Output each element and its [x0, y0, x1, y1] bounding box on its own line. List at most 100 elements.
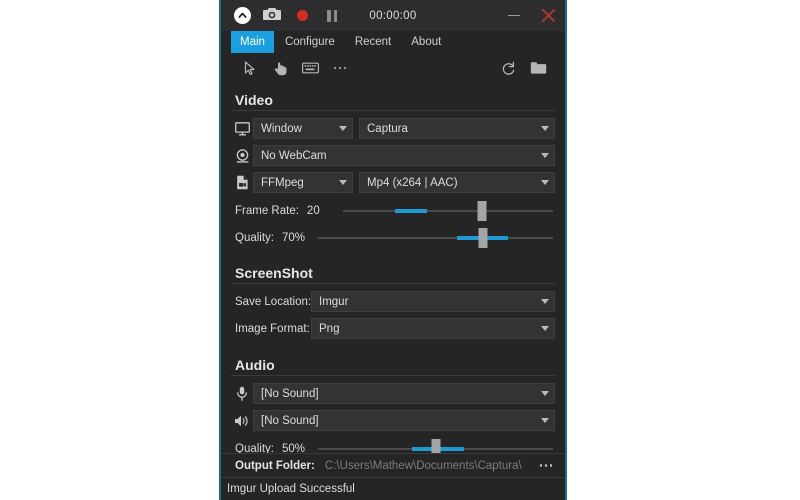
speaker-row: [No Sound] — [231, 410, 555, 431]
encoder-value: FFMpeg — [261, 176, 304, 189]
audio-quality-row: Quality: 50% — [231, 437, 555, 453]
microphone-select[interactable]: [No Sound] — [253, 383, 555, 404]
video-format-select[interactable]: Mp4 (x264 | AAC) — [359, 172, 555, 193]
folder-icon — [530, 61, 547, 75]
bottom-area: Output Folder: C:\Users\Mathew\Documents… — [221, 453, 565, 500]
tab-configure[interactable]: Configure — [276, 31, 344, 53]
save-location-value: Imgur — [319, 295, 349, 308]
refresh-icon — [501, 61, 516, 76]
tab-main[interactable]: Main — [231, 31, 274, 53]
click-icon — [273, 61, 287, 76]
ellipsis-icon — [539, 464, 553, 467]
title-bar: 00:00:00 — [221, 0, 565, 31]
video-quality-value: 70% — [282, 232, 306, 244]
tab-bar: Main Configure Recent About — [221, 31, 565, 53]
video-source-target-value: Captura — [367, 122, 408, 135]
cursor-button[interactable] — [235, 55, 265, 81]
webcam-value: No WebCam — [261, 149, 327, 162]
video-format-value: Mp4 (x264 | AAC) — [367, 176, 458, 189]
pause-button[interactable] — [319, 3, 345, 29]
video-source-row: Window Captura — [231, 118, 555, 139]
image-format-value: Png — [319, 322, 340, 335]
audio-quality-value: 50% — [282, 443, 306, 453]
video-quality-label: Quality: — [235, 232, 274, 244]
tab-about[interactable]: About — [402, 31, 450, 53]
speaker-icon — [231, 414, 253, 428]
encoder-select[interactable]: FFMpeg — [253, 172, 353, 193]
status-bar: Imgur Upload Successful — [221, 477, 565, 500]
save-location-select[interactable]: Imgur — [311, 291, 555, 312]
video-quality-thumb[interactable] — [478, 228, 487, 248]
chevron-down-icon — [541, 391, 549, 396]
section-title-video: Video — [231, 83, 555, 111]
keyboard-button[interactable] — [295, 55, 325, 81]
webcam-row: No WebCam — [231, 145, 555, 166]
frame-rate-fill — [395, 209, 427, 213]
video-file-icon — [231, 175, 253, 190]
encoder-row: FFMpeg Mp4 (x264 | AAC) — [231, 172, 555, 193]
chevron-down-icon — [541, 153, 549, 158]
click-button[interactable] — [265, 55, 295, 81]
output-folder-label: Output Folder: — [235, 459, 315, 472]
minimize-button[interactable] — [497, 0, 531, 31]
video-quality-slider[interactable] — [318, 227, 553, 249]
image-format-select[interactable]: Png — [311, 318, 555, 339]
audio-quality-slider[interactable] — [318, 438, 553, 453]
close-button[interactable] — [531, 0, 565, 31]
frame-rate-value: 20 — [306, 205, 320, 217]
window-controls — [497, 0, 565, 31]
open-folder-button[interactable] — [523, 55, 553, 81]
microphone-value: [No Sound] — [261, 387, 319, 400]
pause-icon — [327, 9, 337, 22]
record-icon — [296, 10, 308, 21]
chevron-down-icon — [541, 418, 549, 423]
cursor-icon — [244, 60, 257, 76]
tool-bar — [221, 53, 565, 83]
save-location-row: Save Location: Imgur — [231, 291, 555, 312]
output-folder-browse-button[interactable] — [533, 456, 559, 476]
chevron-down-icon — [541, 126, 549, 131]
chevron-down-icon — [541, 326, 549, 331]
tab-recent[interactable]: Recent — [346, 31, 400, 53]
webcam-select[interactable]: No WebCam — [253, 145, 555, 166]
microphone-row: [No Sound] — [231, 383, 555, 404]
video-source-type-select[interactable]: Window — [253, 118, 353, 139]
refresh-button[interactable] — [493, 55, 523, 81]
image-format-row: Image Format: Png — [231, 318, 555, 339]
audio-quality-thumb[interactable] — [431, 439, 440, 453]
section-title-screenshot: ScreenShot — [231, 253, 555, 284]
frame-rate-row: Frame Rate: 20 — [231, 199, 555, 223]
title-bar-actions — [221, 3, 345, 29]
video-source-type-value: Window — [261, 122, 302, 135]
microphone-icon — [231, 386, 253, 401]
ellipsis-icon — [333, 66, 347, 70]
minimize-icon — [508, 14, 520, 17]
speaker-select[interactable]: [No Sound] — [253, 410, 555, 431]
frame-rate-label: Frame Rate: — [235, 205, 299, 217]
screenshot-button[interactable] — [259, 3, 285, 29]
chevron-up-button[interactable] — [229, 3, 255, 29]
speaker-value: [No Sound] — [261, 414, 319, 427]
monitor-icon — [231, 121, 253, 136]
keyboard-icon — [301, 62, 319, 74]
settings-body: Video Window Captura No WebCam FFMpeg Mp… — [221, 83, 565, 453]
output-folder-path: C:\Users\Mathew\Documents\Captura\ — [324, 459, 522, 472]
chevron-down-icon — [339, 180, 347, 185]
screenshot-canvas: 00:00:00 Main Configure Recent About Vid… — [0, 0, 800, 500]
chevron-down-icon — [541, 299, 549, 304]
video-quality-track — [318, 237, 553, 239]
save-location-label: Save Location: — [235, 295, 312, 308]
chevron-down-icon — [541, 180, 549, 185]
video-quality-row: Quality: 70% — [231, 226, 555, 250]
close-icon — [541, 8, 556, 23]
frame-rate-thumb[interactable] — [477, 201, 487, 221]
record-button[interactable] — [289, 3, 315, 29]
captura-app-window: 00:00:00 Main Configure Recent About Vid… — [219, 0, 567, 500]
chevron-down-icon — [339, 126, 347, 131]
section-title-audio: Audio — [231, 345, 555, 376]
status-message: Imgur Upload Successful — [227, 483, 355, 495]
video-source-target-select[interactable]: Captura — [359, 118, 555, 139]
frame-rate-slider[interactable] — [342, 200, 553, 222]
webcam-icon — [231, 148, 253, 163]
more-options-button[interactable] — [325, 55, 355, 81]
